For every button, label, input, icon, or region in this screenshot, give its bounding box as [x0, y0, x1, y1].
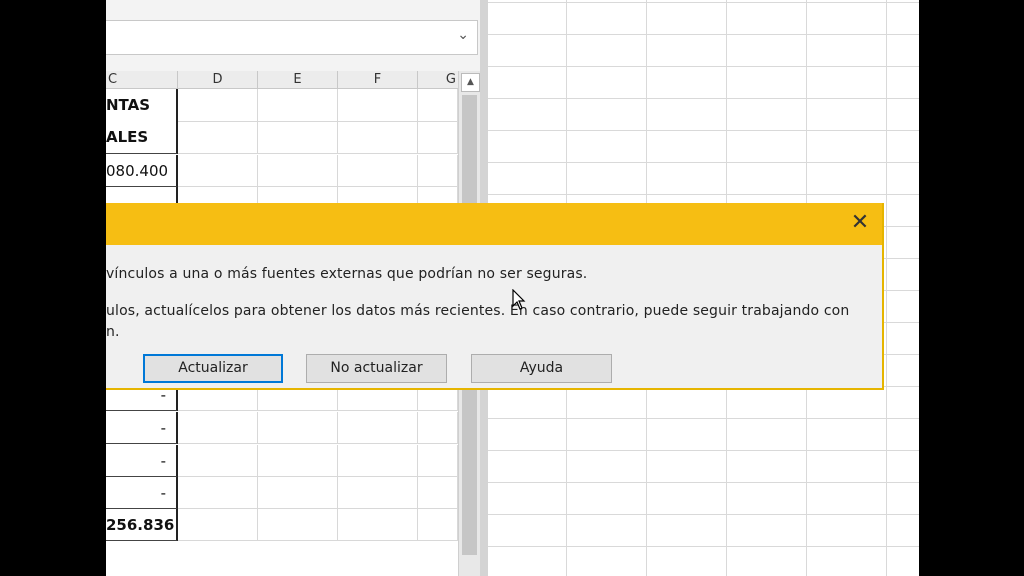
cell[interactable] — [418, 121, 458, 154]
cell-c-row-3[interactable]: 080.400 — [106, 155, 178, 187]
column-header-f[interactable]: F — [338, 71, 418, 88]
dialog-message-line-2: ulos, actualícelos para obtener los dato… — [106, 303, 850, 319]
no-update-button[interactable]: No actualizar — [306, 354, 447, 383]
column-header-d[interactable]: D — [178, 71, 258, 88]
cell[interactable] — [338, 412, 418, 444]
cell[interactable] — [178, 412, 258, 444]
cell[interactable] — [258, 155, 338, 187]
cell-c-row-13[interactable]: - — [106, 477, 178, 509]
dialog-titlebar: ✕ — [106, 203, 882, 245]
update-button[interactable]: Actualizar — [143, 354, 283, 383]
cell[interactable] — [178, 155, 258, 187]
cell[interactable] — [178, 121, 258, 154]
column-header-e[interactable]: E — [258, 71, 338, 88]
cell[interactable] — [418, 477, 458, 509]
cell[interactable] — [418, 445, 458, 477]
mouse-pointer-icon — [512, 289, 526, 310]
cell[interactable] — [258, 509, 338, 541]
cell[interactable] — [338, 509, 418, 541]
cell[interactable] — [418, 89, 458, 122]
excel-window: ⌄ C D E F G NTAS ALES 080.400- - - -256.836 ▲… — [106, 0, 919, 576]
cell-c-row-1[interactable]: NTAS — [106, 89, 178, 122]
cell[interactable] — [338, 445, 418, 477]
cell[interactable] — [338, 155, 418, 187]
cell[interactable] — [178, 477, 258, 509]
column-header-g[interactable]: G — [418, 71, 458, 88]
cell[interactable] — [258, 121, 338, 154]
column-header-row: C D E F G — [106, 71, 458, 89]
cell[interactable] — [178, 445, 258, 477]
dialog-message-line-3: n. — [106, 324, 120, 340]
scroll-up-arrow-icon[interactable]: ▲ — [461, 73, 480, 92]
chevron-down-icon[interactable]: ⌄ — [457, 27, 469, 43]
cell[interactable] — [338, 89, 418, 122]
cell[interactable] — [258, 445, 338, 477]
cell-c-row-11[interactable]: - — [106, 412, 178, 444]
security-warning-dialog: ✕ vínculos a una o más fuentes externas … — [106, 203, 884, 390]
cell[interactable] — [418, 509, 458, 541]
cell-c-row-14[interactable]: 256.836 — [106, 509, 178, 541]
cell-c-row-2[interactable]: ALES — [106, 121, 178, 154]
cell[interactable] — [178, 509, 258, 541]
cell[interactable] — [258, 89, 338, 122]
cell[interactable] — [258, 477, 338, 509]
cell[interactable] — [418, 155, 458, 187]
close-icon[interactable]: ✕ — [848, 211, 872, 235]
cell[interactable] — [338, 477, 418, 509]
cell-c-row-12[interactable]: - — [106, 445, 178, 477]
dialog-message-line-1: vínculos a una o más fuentes externas qu… — [106, 266, 588, 282]
cell[interactable] — [418, 412, 458, 444]
cell[interactable] — [178, 89, 258, 122]
cell[interactable] — [258, 412, 338, 444]
cell[interactable] — [338, 121, 418, 154]
column-header-c[interactable]: C — [106, 71, 178, 88]
formula-input[interactable]: ⌄ — [106, 20, 478, 55]
help-button[interactable]: Ayuda — [471, 354, 612, 383]
